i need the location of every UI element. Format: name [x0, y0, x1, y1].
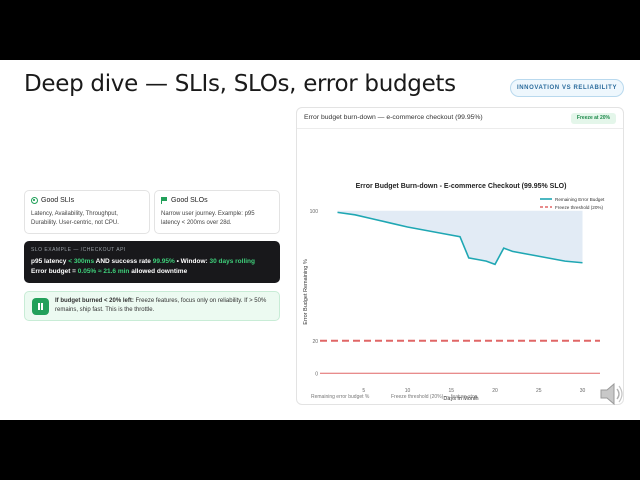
x-tick-label-5: 30 [580, 388, 586, 394]
good-slos-card: Good SLOs Narrow user journey. Example: … [154, 190, 280, 234]
y-tick-label-2: 100 [310, 209, 319, 215]
x-tick-label-3: 20 [492, 388, 498, 394]
good-slis-title: Good SLIs [41, 197, 75, 204]
window-value: 30 days rolling [209, 258, 256, 265]
burn-down-chart: Error Budget Burn-down - E-commerce Chec… [303, 183, 605, 402]
slo-example-card: SLO EXAMPLE — /CHECKOUT API p95 latency … [24, 241, 280, 283]
freeze-rule-bold: If budget burned < 20% left: [55, 298, 134, 304]
good-slos-title: Good SLOs [171, 197, 208, 204]
x-tick-label-4: 25 [536, 388, 542, 394]
freeze-rule-text: If budget burned < 20% left: Freeze feat… [55, 297, 275, 315]
slo-example-line-1: p95 latency < 300ms AND success rate 99.… [31, 258, 255, 265]
footer-right: Freeze threshold (20%) — feature stop [391, 394, 478, 400]
chart-panel: Error budget burn-down — e-commerce chec… [296, 107, 624, 405]
latency-value: < 300ms [68, 258, 95, 265]
budget-value: 0.05% ≈ 21.6 min [77, 268, 130, 275]
y-tick-label-0: 0 [315, 371, 318, 377]
good-slos-body: Narrow user journey. Example: p95 latenc… [161, 211, 255, 226]
success-text: AND success rate [94, 258, 153, 265]
speaker-icon[interactable] [598, 380, 626, 408]
downtime-text: allowed downtime [129, 268, 188, 275]
slide: Deep dive — SLIs, SLOs, error budgets IN… [0, 60, 640, 420]
budget-text: Error budget = [31, 268, 78, 275]
topic-tag: INNOVATION VS RELIABILITY [510, 79, 624, 97]
legend-label-budget: Remaining Error Budget [555, 197, 605, 202]
good-slis-body: Latency, Availability, Throughput, Durab… [31, 211, 119, 226]
page-title: Deep dive — SLIs, SLOs, error budgets [24, 71, 456, 97]
window-text: • Window: [174, 258, 210, 265]
freeze-rule-card: If budget burned < 20% left: Freeze feat… [24, 291, 280, 321]
footer-left: Remaining error budget % [311, 394, 370, 400]
chart-title: Error Budget Burn-down - E-commerce Chec… [356, 183, 567, 190]
y-axis-label: Error Budget Remaining % [303, 259, 309, 325]
pause-icon [32, 298, 49, 315]
success-value: 99.95% [152, 258, 175, 265]
latency-text: p95 latency [31, 258, 69, 265]
y-tick-label-1: 20 [312, 339, 318, 345]
flag-icon [161, 197, 168, 204]
legend-label-threshold: Freeze threshold (20%) [555, 205, 603, 210]
slo-example-line-2: Error budget = 0.05% ≈ 21.6 min allowed … [31, 268, 187, 275]
good-slis-card: Good SLIs Latency, Availability, Through… [24, 190, 150, 234]
target-icon [31, 197, 38, 204]
slo-example-label: SLO EXAMPLE — /CHECKOUT API [31, 247, 126, 253]
